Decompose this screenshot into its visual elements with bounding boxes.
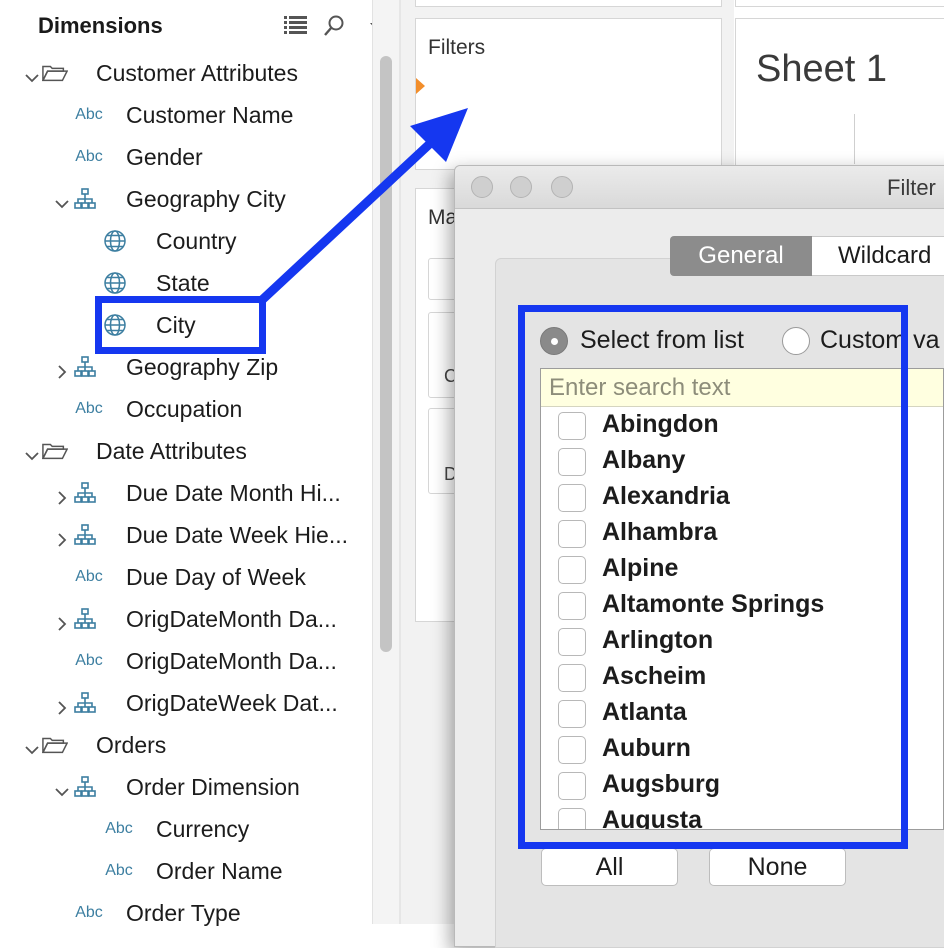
hierarchy-icon	[72, 607, 98, 631]
globe-icon	[102, 271, 128, 295]
tab-general[interactable]: General	[670, 236, 812, 276]
tree-item[interactable]: Customer Attributes	[0, 52, 370, 94]
data-pane: Dimensions Customer Attributes Abc Custome…	[0, 0, 400, 926]
list-view-icon[interactable]	[283, 14, 309, 41]
hierarchy-icon	[72, 523, 98, 547]
tree-item[interactable]: Orders	[0, 724, 370, 766]
tree-item-label: Order Type	[126, 900, 241, 926]
abc-text-label: Abc	[75, 148, 103, 165]
tree-item[interactable]: Abc OrigDateMonth Da...	[0, 640, 370, 682]
chevron-right-icon[interactable]	[54, 695, 70, 715]
abc-text-label: Abc	[105, 862, 133, 879]
tree-item-label: Order Name	[156, 858, 283, 884]
abc-text-icon: Abc	[72, 145, 106, 169]
globe-icon	[102, 229, 128, 253]
chevron-down-icon[interactable]	[24, 443, 40, 461]
tree-item[interactable]: Abc Customer Name	[0, 94, 370, 136]
abc-text-icon: Abc	[72, 565, 106, 589]
search-icon[interactable]	[322, 14, 346, 43]
tree-item-label: Date Attributes	[96, 438, 247, 464]
tree-item-label: Due Date Month Hi...	[126, 480, 341, 506]
tree-item[interactable]: Date Attributes	[0, 430, 370, 472]
tree-item[interactable]: Abc Currency	[0, 808, 370, 850]
hierarchy-icon	[72, 355, 98, 379]
abc-text-icon: Abc	[102, 859, 136, 883]
tree-item[interactable]: Abc Due Day of Week	[0, 556, 370, 598]
filters-shelf-label: Filters	[428, 36, 486, 59]
tree-item[interactable]: Geography City	[0, 178, 370, 220]
city-highlight-box	[95, 296, 266, 354]
chevron-down-icon[interactable]	[54, 779, 70, 797]
abc-text-label: Abc	[75, 568, 103, 585]
tree-item-label: Occupation	[126, 396, 243, 422]
folder-open-icon	[42, 733, 68, 757]
hierarchy-icon	[72, 187, 98, 211]
abc-text-icon: Abc	[72, 649, 106, 673]
abc-text-label: Abc	[75, 652, 103, 669]
abc-text-icon: Abc	[72, 397, 106, 421]
tree-item-label: OrigDateMonth Da...	[126, 648, 337, 674]
tree-item-label: Geography Zip	[126, 354, 279, 380]
tree-item[interactable]: Abc Order Type	[0, 892, 370, 934]
abc-text-icon: Abc	[72, 103, 106, 127]
tree-item-label: State	[156, 270, 210, 296]
tree-item-label: Gender	[126, 144, 203, 170]
tree-item[interactable]: Due Date Week Hie...	[0, 514, 370, 556]
tree-item[interactable]: Abc Gender	[0, 136, 370, 178]
chevron-down-icon[interactable]	[54, 191, 70, 209]
marks-card-label: Ma	[428, 206, 458, 229]
tab-wildcard[interactable]: Wildcard	[812, 236, 944, 276]
dialog-title: Filter	[887, 175, 936, 200]
dimensions-header: Dimensions	[38, 13, 163, 38]
tree-item[interactable]: Due Date Month Hi...	[0, 472, 370, 514]
hierarchy-icon	[72, 775, 98, 799]
tree-item-label: OrigDateMonth Da...	[126, 606, 337, 632]
hierarchy-icon	[72, 691, 98, 715]
folder-open-icon	[42, 61, 68, 85]
tree-item-label: Due Day of Week	[126, 564, 306, 590]
all-button[interactable]: All	[541, 848, 678, 886]
chevron-right-icon[interactable]	[54, 359, 70, 379]
tree-item-label: Due Date Week Hie...	[126, 522, 349, 548]
value-list-highlight-box	[518, 305, 908, 849]
abc-text-icon: Abc	[102, 817, 136, 841]
tree-item-label: Country	[156, 228, 237, 254]
chevron-right-icon[interactable]	[54, 611, 70, 631]
minimize-window-icon[interactable]	[510, 176, 532, 198]
tree-item[interactable]: OrigDateWeek Dat...	[0, 682, 370, 724]
abc-text-icon: Abc	[72, 901, 106, 925]
filters-drop-marker	[416, 78, 425, 94]
zoom-window-icon[interactable]	[551, 176, 573, 198]
tree-item-label: Customer Attributes	[96, 60, 298, 86]
tree-item-label: Customer Name	[126, 102, 294, 128]
tree-item-label: Order Dimension	[126, 774, 300, 800]
tree-item[interactable]: OrigDateMonth Da...	[0, 598, 370, 640]
abc-text-label: Abc	[75, 400, 103, 417]
tree-item-label: Geography City	[126, 186, 286, 212]
sheet-axis-line	[854, 114, 855, 164]
close-window-icon[interactable]	[471, 176, 493, 198]
abc-text-label: Abc	[105, 820, 133, 837]
tree-item[interactable]: Order Dimension	[0, 766, 370, 808]
columns-shelf-edge	[735, 0, 944, 7]
sheet-title: Sheet 1	[756, 48, 887, 90]
hierarchy-icon	[72, 481, 98, 505]
tree-item-label: Currency	[156, 816, 250, 842]
tree-item[interactable]: Country	[0, 220, 370, 262]
chevron-right-icon[interactable]	[54, 485, 70, 505]
abc-text-label: Abc	[75, 106, 103, 123]
chevron-right-icon[interactable]	[54, 527, 70, 547]
tree-item-label: OrigDateWeek Dat...	[126, 690, 338, 716]
tree-item[interactable]: Abc Order Name	[0, 850, 370, 892]
tree-item-label: Orders	[96, 732, 167, 758]
abc-text-label: Abc	[75, 904, 103, 921]
tree-item[interactable]: Abc Occupation	[0, 388, 370, 430]
folder-open-icon	[42, 439, 68, 463]
chevron-down-icon[interactable]	[24, 737, 40, 755]
none-button[interactable]: None	[709, 848, 846, 886]
dialog-titlebar[interactable]: Filter	[455, 166, 944, 209]
dimensions-scrollbar-thumb[interactable]	[380, 56, 392, 652]
chevron-down-icon[interactable]	[24, 65, 40, 83]
pages-shelf-edge	[415, 0, 722, 7]
